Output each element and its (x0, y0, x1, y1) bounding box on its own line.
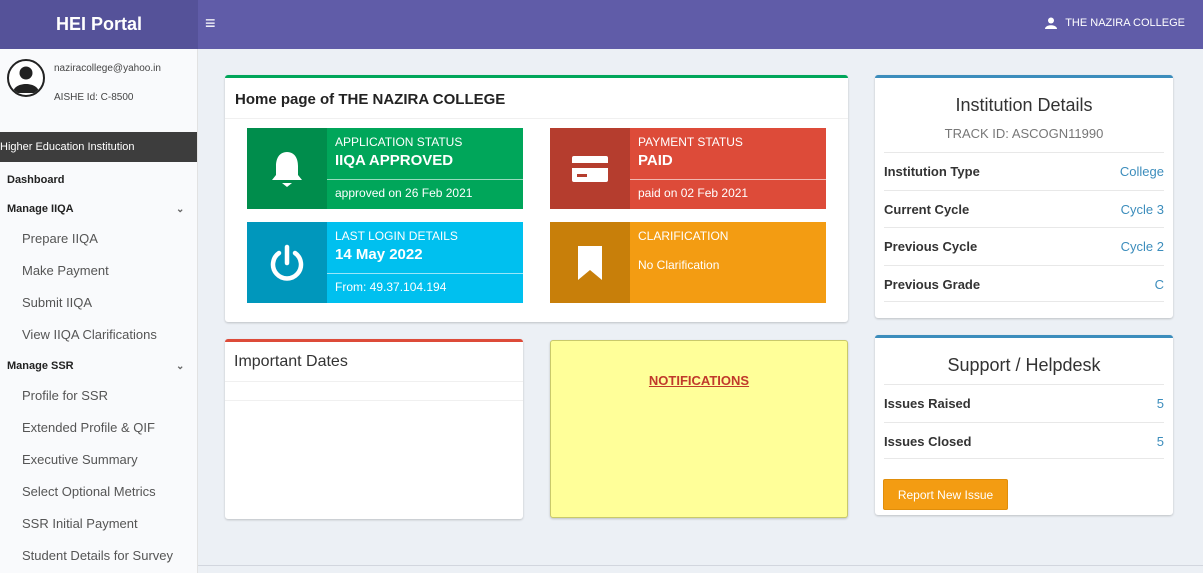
menu-toggle-icon[interactable]: ≡ (205, 13, 216, 34)
list-item: Institution Type College (884, 152, 1164, 190)
divider (327, 273, 523, 274)
info-content: CLARIFICATION No Clarification (630, 222, 826, 303)
list-item: Issues Raised 5 (884, 384, 1164, 422)
institution-details-title: Institution Details (955, 95, 1093, 115)
sidebar: naziracollege@yahoo.in AISHE Id: C-8500 … (0, 49, 198, 573)
list-item: Previous Cycle Cycle 2 (884, 227, 1164, 265)
clarification-box[interactable]: CLARIFICATION No Clarification (550, 222, 826, 303)
info-label: PAYMENT STATUS (638, 135, 743, 149)
sidebar-item-dashboard[interactable]: Dashboard (0, 166, 197, 195)
detail-value[interactable]: Cycle 2 (1121, 239, 1164, 254)
sidebar-item-manage-ssr[interactable]: Manage SSR ⌄ (0, 352, 197, 381)
institution-details-list: Institution Type College Current Cycle C… (884, 152, 1164, 302)
sidebar-item-executive-summary[interactable]: Executive Summary (0, 445, 197, 477)
last-login-box[interactable]: LAST LOGIN DETAILS 14 May 2022 From: 49.… (247, 222, 523, 303)
info-label: CLARIFICATION (638, 229, 729, 243)
bell-icon (247, 128, 327, 209)
sidebar-item-select-optional-metrics[interactable]: Select Optional Metrics (0, 477, 197, 509)
info-value: IIQA APPROVED (335, 152, 454, 169)
detail-key: Previous Grade (884, 276, 981, 292)
sidebar-section-header: Higher Education Institution (0, 132, 197, 162)
detail-key: Institution Type (884, 164, 980, 179)
brand-logo[interactable]: HEI Portal (0, 0, 198, 49)
bookmark-icon (550, 222, 630, 303)
support-title: Support / Helpdesk (947, 355, 1101, 375)
user-panel: naziracollege@yahoo.in AISHE Id: C-8500 (0, 49, 197, 131)
detail-key: Previous Cycle (884, 239, 978, 254)
avatar-icon (7, 59, 45, 97)
track-id: TRACK ID: ASCOGN11990 (944, 126, 1104, 141)
detail-key: Issues Raised (884, 396, 971, 411)
user-menu[interactable]: THE NAZIRA COLLEGE (1045, 17, 1185, 29)
user-email: naziracollege@yahoo.in (54, 63, 161, 74)
important-dates-panel: Important Dates (225, 339, 523, 519)
info-value: PAID (638, 152, 673, 169)
home-panel: Home page of THE NAZIRA COLLEGE APPLICAT… (225, 75, 848, 322)
sidebar-item-manage-iiqa[interactable]: Manage IIQA ⌄ (0, 195, 197, 224)
application-status-box[interactable]: APPLICATION STATUS IIQA APPROVED approve… (247, 128, 523, 209)
sidebar-item-label: Manage SSR (7, 360, 74, 372)
support-helpdesk-panel: Support / Helpdesk Issues Raised 5 Issue… (875, 335, 1173, 515)
detail-key: Issues Closed (884, 433, 972, 449)
divider (327, 179, 523, 180)
user-icon (1045, 17, 1058, 29)
info-label: LAST LOGIN DETAILS (335, 229, 458, 243)
info-footnote: paid on 02 Feb 2021 (638, 186, 749, 200)
info-value: 14 May 2022 (335, 246, 423, 263)
detail-value[interactable]: Cycle 3 (1121, 202, 1164, 217)
power-icon (247, 222, 327, 303)
info-content: PAYMENT STATUS PAID paid on 02 Feb 2021 (630, 128, 826, 209)
top-navbar: HEI Portal ≡ THE NAZIRA COLLEGE (0, 0, 1203, 49)
important-dates-title: Important Dates (234, 353, 348, 370)
credit-card-icon (550, 128, 630, 209)
detail-value[interactable]: College (1120, 164, 1164, 179)
sidebar-item-student-details-survey[interactable]: Student Details for Survey (0, 541, 197, 573)
support-list: Issues Raised 5 Issues Closed 5 (884, 384, 1164, 459)
payment-status-box[interactable]: PAYMENT STATUS PAID paid on 02 Feb 2021 (550, 128, 826, 209)
info-footnote: From: 49.37.104.194 (335, 280, 447, 294)
sidebar-item-view-iiqa-clarifications[interactable]: View IIQA Clarifications (0, 320, 197, 352)
detail-value[interactable]: 5 (1157, 396, 1164, 411)
institution-details-panel: Institution Details TRACK ID: ASCOGN1199… (875, 75, 1173, 318)
divider (225, 400, 523, 401)
sidebar-nav: Dashboard Manage IIQA ⌄ Prepare IIQA Mak… (0, 166, 197, 573)
list-item: Current Cycle Cycle 3 (884, 189, 1164, 228)
info-footnote: No Clarification (638, 258, 720, 272)
chevron-down-icon: ⌄ (176, 361, 185, 372)
sidebar-item-label: Manage IIQA (7, 203, 74, 215)
info-content: LAST LOGIN DETAILS 14 May 2022 From: 49.… (327, 222, 523, 303)
sidebar-item-ssr-initial-payment[interactable]: SSR Initial Payment (0, 509, 197, 541)
footer-divider (198, 565, 1203, 566)
list-item: Previous Grade C (884, 264, 1164, 302)
divider (225, 118, 848, 119)
report-new-issue-button[interactable]: Report New Issue (883, 479, 1008, 510)
notifications-panel: NOTIFICATIONS (550, 340, 848, 518)
detail-value[interactable]: C (1155, 277, 1164, 292)
sidebar-item-profile-for-ssr[interactable]: Profile for SSR (0, 381, 197, 413)
sidebar-item-prepare-iiqa[interactable]: Prepare IIQA (0, 224, 197, 256)
user-aishe-id: AISHE Id: C-8500 (54, 92, 134, 103)
info-footnote: approved on 26 Feb 2021 (335, 186, 473, 200)
divider (225, 381, 523, 382)
sidebar-item-extended-profile[interactable]: Extended Profile & QIF (0, 413, 197, 445)
divider (630, 179, 826, 180)
notifications-link[interactable]: NOTIFICATIONS (551, 373, 847, 388)
detail-value[interactable]: 5 (1157, 434, 1164, 449)
info-content: APPLICATION STATUS IIQA APPROVED approve… (327, 128, 523, 209)
chevron-down-icon: ⌄ (176, 204, 185, 215)
detail-key: Current Cycle (884, 201, 970, 217)
sidebar-item-submit-iiqa[interactable]: Submit IIQA (0, 288, 197, 320)
info-label: APPLICATION STATUS (335, 135, 463, 149)
sidebar-item-make-payment[interactable]: Make Payment (0, 256, 197, 288)
list-item: Issues Closed 5 (884, 421, 1164, 459)
page-title: Home page of THE NAZIRA COLLEGE (235, 91, 506, 108)
user-name-label: THE NAZIRA COLLEGE (1065, 17, 1185, 29)
